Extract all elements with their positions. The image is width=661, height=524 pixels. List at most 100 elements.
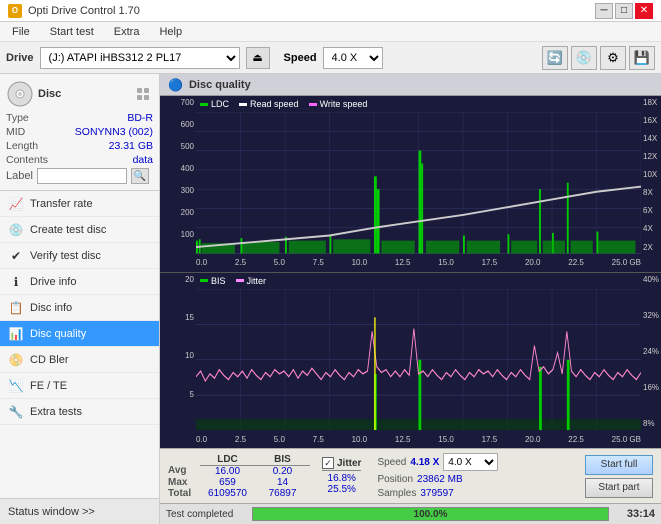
maximize-button[interactable]: □: [615, 3, 633, 19]
sidebar-item-extra-tests[interactable]: 🔧 Extra tests: [0, 399, 159, 425]
total-bis: 76897: [255, 488, 310, 499]
label-icon[interactable]: 🔍: [131, 168, 149, 184]
drive-select[interactable]: (J:) ATAPI iHBS312 2 PL17: [40, 47, 240, 69]
total-ldc: 6109570: [200, 488, 255, 499]
status-window-button[interactable]: Status window >>: [0, 498, 159, 524]
eject-button[interactable]: ⏏: [246, 47, 270, 69]
xb-20: 20.0: [525, 435, 541, 444]
create-test-disc-icon: 💿: [8, 222, 24, 238]
bis-col-header: BIS: [255, 454, 310, 466]
stats-table: LDC BIS Avg 16.00 0.20 Max 659 14 Tota: [168, 454, 310, 499]
legend-ldc-label: LDC: [211, 99, 229, 109]
x-top-25: 25.0 GB: [612, 258, 641, 267]
y-100: 100: [162, 230, 194, 239]
drive-label: Drive: [6, 52, 34, 64]
yr-2x: 2X: [643, 243, 659, 252]
sidebar-item-verify-test-disc[interactable]: ✔ Verify test disc: [0, 243, 159, 269]
chart-bottom-y-axis-right: 40% 32% 24% 16% 8%: [641, 273, 661, 431]
xb-10: 10.0: [352, 435, 368, 444]
sidebar-item-cd-bler[interactable]: 📀 CD Bler: [0, 347, 159, 373]
x-top-17-5: 17.5: [482, 258, 498, 267]
chart-top-y-axis: 700 600 500 400 300 200 100: [160, 96, 196, 254]
speed-select[interactable]: 4.0 X: [323, 47, 383, 69]
menu-extra[interactable]: Extra: [106, 24, 148, 40]
menu-start-test[interactable]: Start test: [42, 24, 102, 40]
stats-bar: LDC BIS Avg 16.00 0.20 Max 659 14 Tota: [160, 448, 661, 503]
xb-12-5: 12.5: [395, 435, 411, 444]
disc-panel-icon: [6, 80, 34, 108]
avg-label: Avg: [168, 465, 200, 477]
label-input[interactable]: [37, 168, 127, 184]
close-button[interactable]: ✕: [635, 3, 653, 19]
menu-file[interactable]: File: [4, 24, 38, 40]
speed-label: Speed: [377, 457, 406, 468]
sidebar-item-transfer-rate[interactable]: 📈 Transfer rate: [0, 191, 159, 217]
settings-icon[interactable]: ⚙: [600, 46, 626, 70]
x-top-2-5: 2.5: [235, 258, 246, 267]
legend-bis: BIS: [200, 276, 226, 286]
disc-info-icon: 📋: [8, 300, 24, 316]
sidebar-item-drive-info[interactable]: ℹ Drive info: [0, 269, 159, 295]
sidebar-item-create-test-disc-label: Create test disc: [30, 224, 106, 236]
disc-icon[interactable]: 💿: [571, 46, 597, 70]
sidebar-item-fe-te[interactable]: 📉 FE / TE: [0, 373, 159, 399]
sidebar-item-disc-info[interactable]: 📋 Disc info: [0, 295, 159, 321]
xb-0: 0.0: [196, 435, 207, 444]
menu-bar: File Start test Extra Help: [0, 22, 661, 42]
chart-top-x-axis: 0.0 2.5 5.0 7.5 10.0 12.5 15.0 17.5 20.0…: [196, 254, 641, 272]
speed-pos-section: Speed 4.18 X 4.0 X Position 23862 MB Sam…: [377, 453, 498, 499]
yr-10x: 10X: [643, 170, 659, 179]
position-label: Position: [377, 474, 413, 485]
sidebar-item-disc-quality[interactable]: 📊 Disc quality: [0, 321, 159, 347]
refresh-icon[interactable]: 🔄: [542, 46, 568, 70]
chart-bottom-y-axis: 20 15 10 5: [160, 273, 196, 431]
speed-value: 4.18 X: [410, 457, 439, 468]
xb-25: 25.0 GB: [612, 435, 641, 444]
start-buttons: Start full Start part: [585, 455, 653, 498]
y-400: 400: [162, 164, 194, 173]
yb-20: 20: [162, 275, 194, 284]
sidebar-item-fe-te-label: FE / TE: [30, 380, 67, 392]
cd-bler-icon: 📀: [8, 352, 24, 368]
xb-5: 5.0: [274, 435, 285, 444]
chart-top-y-axis-right: 18X 16X 14X 12X 10X 8X 6X 4X 2X: [641, 96, 661, 254]
sidebar-item-disc-info-label: Disc info: [30, 302, 72, 314]
avg-bis: 0.20: [255, 465, 310, 477]
disc-settings-icon[interactable]: [133, 84, 153, 104]
length-value: 23.31 GB: [109, 140, 153, 152]
chart-top-svg: [196, 112, 641, 254]
save-icon[interactable]: 💾: [629, 46, 655, 70]
speed-select[interactable]: 4.0 X: [443, 453, 498, 471]
content-area: 🔵 Disc quality LDC Read speed: [160, 74, 661, 524]
x-top-15: 15.0: [438, 258, 454, 267]
y-700: 700: [162, 98, 194, 107]
sidebar-item-create-test-disc[interactable]: 💿 Create test disc: [0, 217, 159, 243]
type-label: Type: [6, 112, 29, 124]
start-part-button[interactable]: Start part: [585, 478, 653, 498]
charts-container: LDC Read speed Write speed 700 600: [160, 96, 661, 448]
length-label: Length: [6, 140, 38, 152]
jitter-section: ✓ Jitter 16.8% 25.5%: [322, 457, 361, 495]
yr-16x: 16X: [643, 116, 659, 125]
disc-quality-header-icon: 🔵: [168, 78, 183, 92]
jitter-checkbox[interactable]: ✓: [322, 457, 334, 469]
xb-15: 15.0: [438, 435, 454, 444]
legend-read-speed-label: Read speed: [250, 99, 299, 109]
yr-12x: 12X: [643, 152, 659, 161]
yr-14x: 14X: [643, 134, 659, 143]
minimize-button[interactable]: ─: [595, 3, 613, 19]
x-top-20: 20.0: [525, 258, 541, 267]
legend-jitter: Jitter: [236, 276, 267, 286]
yrb-32: 32%: [643, 311, 659, 320]
drive-bar: Drive (J:) ATAPI iHBS312 2 PL17 ⏏ Speed …: [0, 42, 661, 74]
menu-help[interactable]: Help: [151, 24, 190, 40]
yb-10: 10: [162, 351, 194, 360]
app-title: Opti Drive Control 1.70: [28, 5, 140, 17]
chart-top: LDC Read speed Write speed 700 600: [160, 96, 661, 273]
y-500: 500: [162, 142, 194, 151]
max-label: Max: [168, 477, 200, 488]
legend-ldc: LDC: [200, 99, 229, 109]
start-full-button[interactable]: Start full: [585, 455, 653, 475]
chart-bottom: BIS Jitter 20 15 10 5: [160, 273, 661, 449]
chart-bottom-legend: BIS Jitter: [200, 276, 266, 286]
